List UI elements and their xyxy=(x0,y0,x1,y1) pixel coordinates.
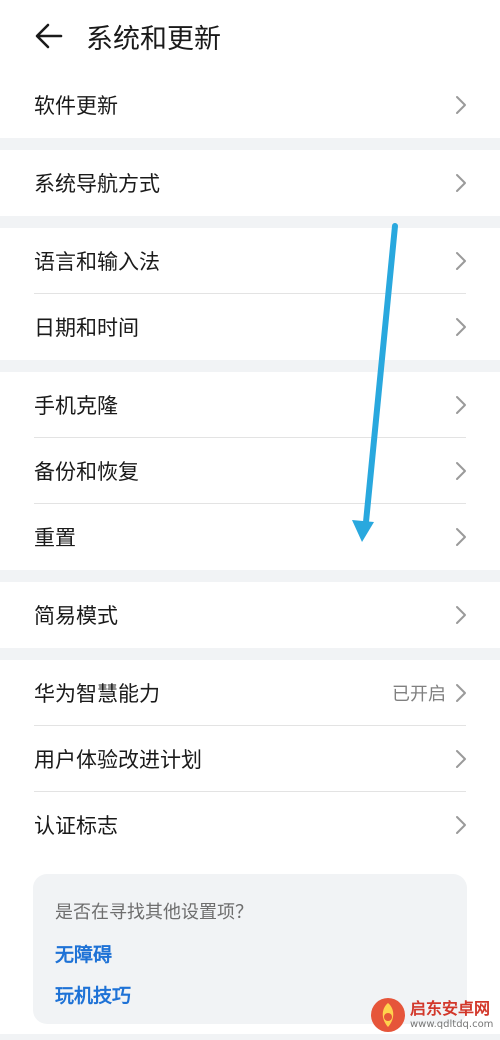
row-reset[interactable]: 重置 xyxy=(0,504,500,570)
row-simple-mode[interactable]: 简易模式 xyxy=(0,582,500,648)
chevron-right-icon xyxy=(454,250,468,272)
group-gap xyxy=(0,360,500,372)
row-label: 重置 xyxy=(34,526,76,550)
watermark-url: www.qdltdq.com xyxy=(410,1019,494,1030)
page-title: 系统和更新 xyxy=(86,23,221,55)
row-software-update[interactable]: 软件更新 xyxy=(0,72,500,138)
chevron-right-icon xyxy=(454,94,468,116)
status-value: 已开启 xyxy=(392,684,446,705)
group-navigation: 系统导航方式 xyxy=(0,150,500,216)
row-label: 手机克隆 xyxy=(34,394,118,418)
group-gap xyxy=(0,138,500,150)
arrow-left-icon[interactable] xyxy=(32,19,66,53)
row-label: 软件更新 xyxy=(34,94,118,118)
chevron-right-icon xyxy=(454,316,468,338)
group-gap xyxy=(0,648,500,660)
row-huawei-smart[interactable]: 华为智慧能力 已开启 xyxy=(0,660,500,726)
chevron-right-icon xyxy=(454,394,468,416)
watermark-text: 启东安卓网 www.qdltdq.com xyxy=(410,999,493,1031)
chevron-right-icon xyxy=(454,526,468,548)
group-backup-reset: 手机克隆 备份和恢复 重置 xyxy=(0,372,500,570)
settings-page: 系统和更新 软件更新 系统导航方式 语言和输入法 日期和时间 手机克隆 备份和恢… xyxy=(0,0,500,1040)
chevron-right-icon xyxy=(454,748,468,770)
row-language-input[interactable]: 语言和输入法 xyxy=(0,228,500,294)
watermark-icon xyxy=(371,998,405,1032)
group-huawei: 华为智慧能力 已开启 用户体验改进计划 认证标志 xyxy=(0,660,500,858)
suggestions-title: 是否在寻找其他设置项？ xyxy=(55,902,253,923)
row-system-navigation[interactable]: 系统导航方式 xyxy=(0,150,500,216)
row-phone-clone[interactable]: 手机克隆 xyxy=(0,372,500,438)
watermark-logo: 启东安卓网 www.qdltdq.com xyxy=(370,990,500,1040)
row-label: 备份和恢复 xyxy=(34,460,139,484)
chevron-right-icon xyxy=(454,604,468,626)
row-label: 日期和时间 xyxy=(34,316,139,340)
group-gap xyxy=(0,570,500,582)
row-label: 语言和输入法 xyxy=(34,250,160,274)
row-user-experience[interactable]: 用户体验改进计划 xyxy=(0,726,500,792)
chevron-right-icon xyxy=(454,682,468,704)
link-accessibility[interactable]: 无障碍 xyxy=(55,940,445,967)
group-gap xyxy=(0,216,500,228)
row-label: 简易模式 xyxy=(34,604,118,628)
group-simple-mode: 简易模式 xyxy=(0,582,500,648)
row-certification[interactable]: 认证标志 xyxy=(0,792,500,858)
row-date-time[interactable]: 日期和时间 xyxy=(0,294,500,360)
group-language-date: 语言和输入法 日期和时间 xyxy=(0,228,500,360)
chevron-right-icon xyxy=(454,172,468,194)
chevron-right-icon xyxy=(454,814,468,836)
row-label: 认证标志 xyxy=(34,814,118,838)
group-software-update: 软件更新 xyxy=(0,72,500,138)
header: 系统和更新 xyxy=(0,0,500,72)
row-backup-restore[interactable]: 备份和恢复 xyxy=(0,438,500,504)
row-label: 用户体验改进计划 xyxy=(34,748,202,772)
watermark-name: 启东安卓网 xyxy=(410,999,491,1018)
row-label: 系统导航方式 xyxy=(34,172,160,196)
row-label: 华为智慧能力 xyxy=(34,682,160,706)
chevron-right-icon xyxy=(454,460,468,482)
